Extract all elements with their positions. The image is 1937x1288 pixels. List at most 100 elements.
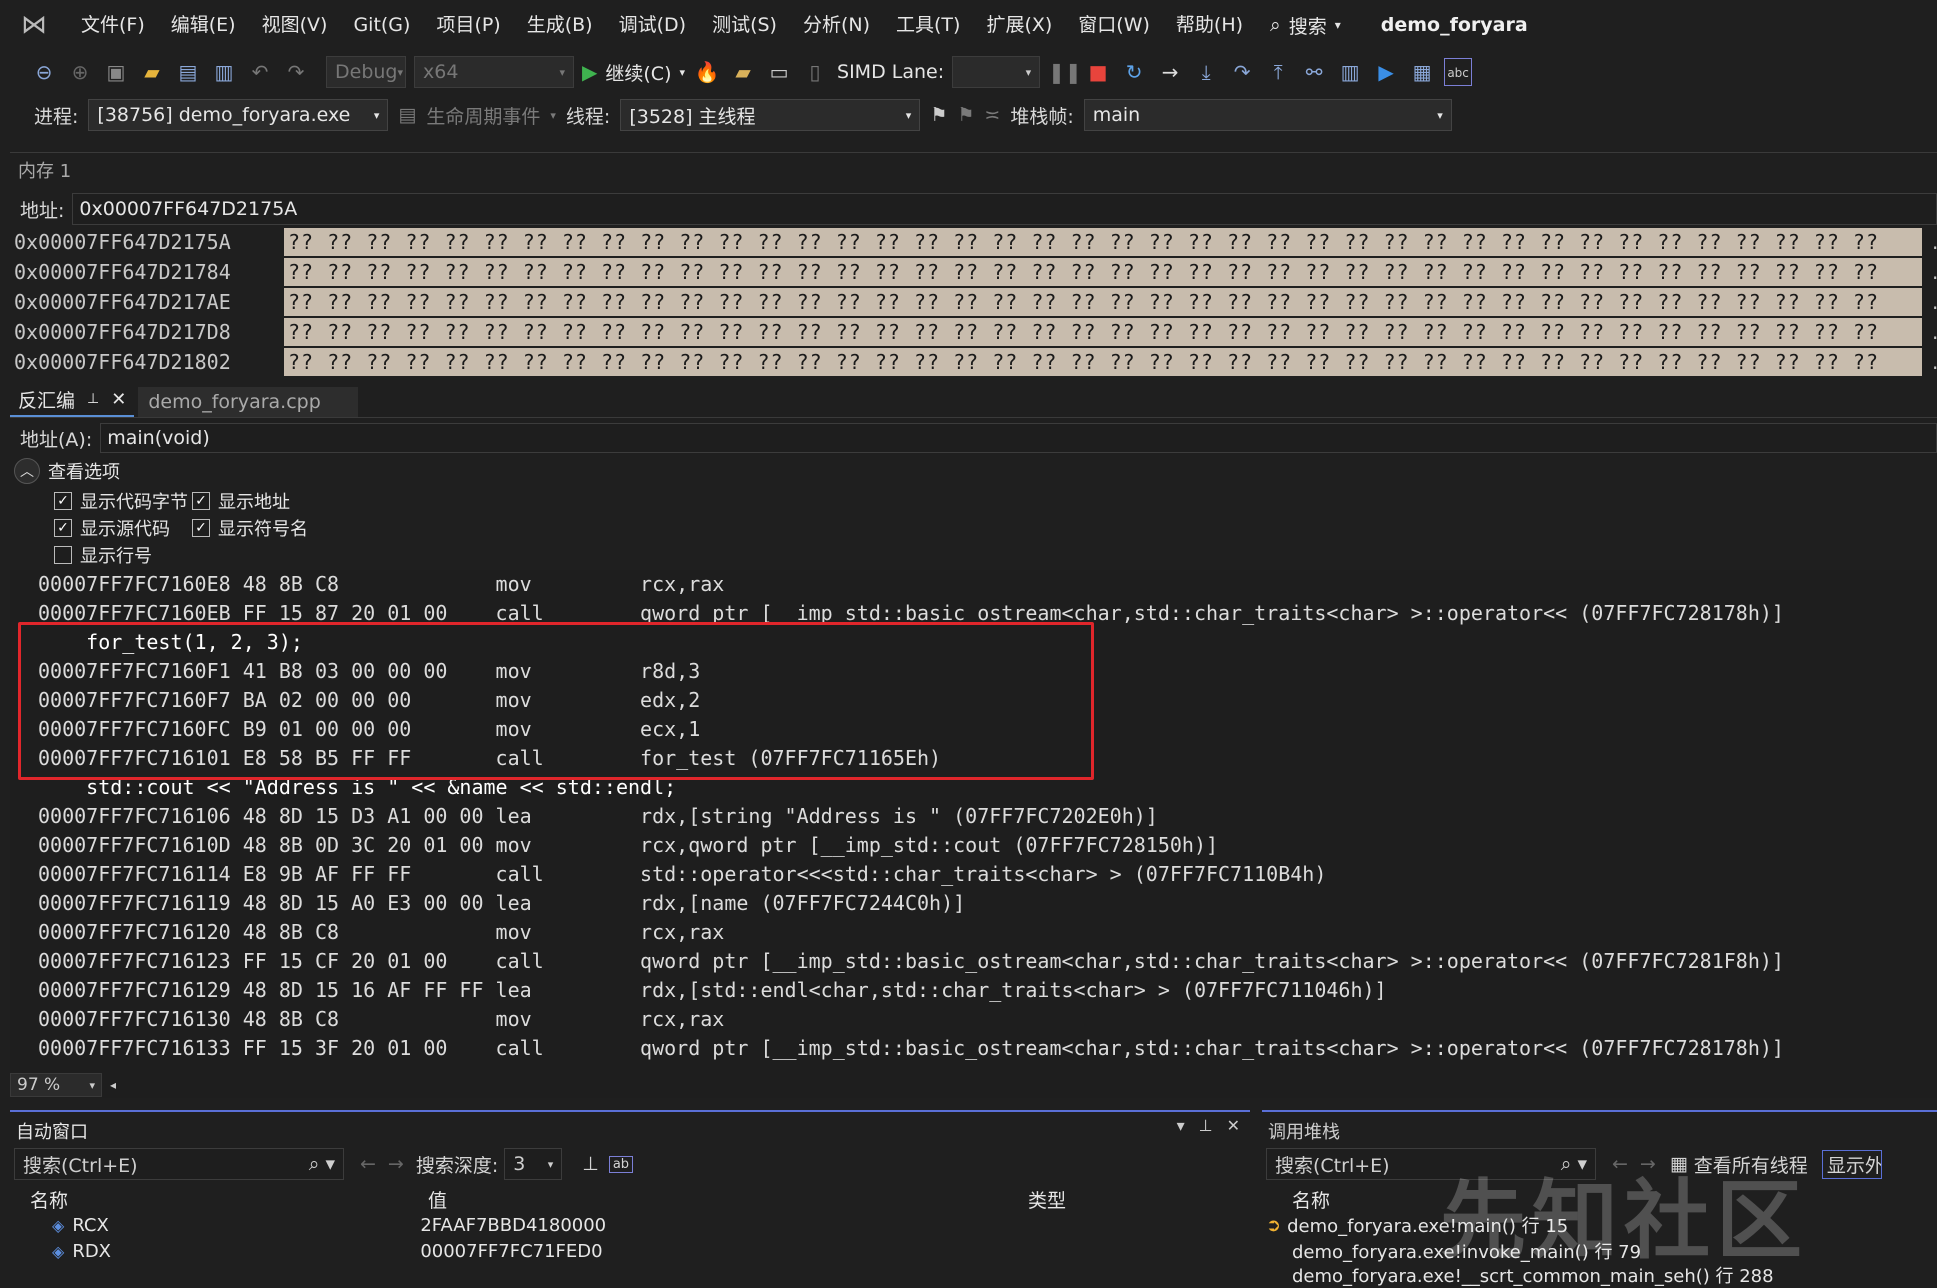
arrow-right-icon[interactable]: → bbox=[388, 1153, 404, 1175]
memory-row-bytes[interactable]: ?? ?? ?? ?? ?? ?? ?? ?? ?? ?? ?? ?? ?? ?… bbox=[284, 348, 1922, 376]
menu-tools[interactable]: 工具(T) bbox=[883, 0, 973, 50]
close-icon[interactable]: ✕ bbox=[1227, 1116, 1240, 1135]
table-row[interactable]: ◈ RCX 2FAAF7BBD4180000 bbox=[10, 1212, 606, 1238]
simd-lane-select[interactable]: ▾ bbox=[952, 56, 1041, 88]
menu-debug[interactable]: 调试(D) bbox=[606, 0, 699, 50]
show-symbols-checkbox[interactable]: ✓ 显示符号名 bbox=[192, 515, 308, 541]
menu-extensions[interactable]: 扩展(X) bbox=[973, 0, 1065, 50]
hot-reload-icon[interactable]: 🔥 bbox=[693, 58, 721, 86]
menu-git[interactable]: Git(G) bbox=[340, 0, 423, 50]
disasm-line[interactable]: 00007FF7FC716129 48 8D 15 16 AF FF FF le… bbox=[38, 976, 1387, 1005]
window-icon[interactable]: ▭ bbox=[765, 58, 793, 86]
variable-value[interactable]: 00007FF7FC71FED0 bbox=[420, 1241, 602, 1262]
memory-row-bytes[interactable]: ?? ?? ?? ?? ?? ?? ?? ?? ?? ?? ?? ?? ?? ?… bbox=[284, 318, 1922, 346]
search-button[interactable]: ⌕ 搜索 ▾ bbox=[1270, 12, 1341, 39]
zoom-select[interactable]: 97 % ▾ bbox=[10, 1073, 102, 1097]
show-next-statement-icon[interactable]: → bbox=[1156, 58, 1184, 86]
back-icon[interactable]: ⊖ bbox=[30, 58, 58, 86]
menu-view[interactable]: 视图(V) bbox=[249, 0, 341, 50]
disasm-line[interactable]: 00007FF7FC716130 48 8B C8 mov rcx,rax bbox=[38, 1005, 724, 1034]
chevron-down-icon[interactable]: ▾ bbox=[1177, 1116, 1185, 1135]
show-line-numbers-checkbox[interactable]: 显示行号 bbox=[54, 542, 152, 568]
new-project-icon[interactable]: ▣ bbox=[102, 58, 130, 86]
disasm-line[interactable]: 00007FF7FC716119 48 8D 15 A0 E3 00 00 le… bbox=[38, 889, 965, 918]
save-icon[interactable]: ▤ bbox=[174, 58, 202, 86]
run-icon[interactable]: ▶ bbox=[1372, 58, 1400, 86]
menu-edit[interactable]: 编辑(E) bbox=[158, 0, 249, 50]
show-external-button[interactable]: 显示外 bbox=[1821, 1149, 1882, 1179]
chevron-up-icon[interactable]: ︿ bbox=[14, 458, 40, 484]
menu-project[interactable]: 项目(P) bbox=[423, 0, 513, 50]
save-all-icon[interactable]: ▥ bbox=[210, 58, 238, 86]
step-over-icon[interactable]: ↷ bbox=[1228, 58, 1256, 86]
autos-column-value[interactable]: 值 bbox=[428, 1186, 447, 1213]
show-code-bytes-checkbox[interactable]: ✓ 显示代码字节 bbox=[54, 488, 188, 514]
memory-row-bytes[interactable]: ?? ?? ?? ?? ?? ?? ?? ?? ?? ?? ?? ?? ?? ?… bbox=[284, 228, 1922, 256]
table-row[interactable]: ◈ RDX 00007FF7FC71FED0 bbox=[10, 1238, 603, 1264]
redo-icon[interactable]: ↷ bbox=[282, 58, 310, 86]
disasm-line[interactable]: 00007FF7FC716133 FF 15 3F 20 01 00 call … bbox=[38, 1034, 1784, 1063]
visual-studio-logo-icon[interactable]: ⋈ bbox=[16, 9, 52, 41]
process-select[interactable]: [38756] demo_foryara.exe ▾ bbox=[88, 99, 389, 131]
pin-icon[interactable]: ⊥ bbox=[582, 1153, 599, 1175]
view-options-header[interactable]: ︿ 查看选项 bbox=[14, 458, 120, 484]
autos-column-type[interactable]: 类型 bbox=[1028, 1186, 1066, 1213]
ad-icon[interactable]: ▦ bbox=[1408, 58, 1436, 86]
undo-icon[interactable]: ↶ bbox=[246, 58, 274, 86]
pin-icon[interactable]: ⊥ bbox=[87, 391, 99, 407]
tab-source-file[interactable]: demo_foryara.cpp bbox=[138, 387, 359, 417]
show-source-checkbox[interactable]: ✓ 显示源代码 bbox=[54, 515, 170, 541]
restart-icon[interactable]: ↻ bbox=[1120, 58, 1148, 86]
disasm-line[interactable]: 00007FF7FC716123 FF 15 CF 20 01 00 call … bbox=[38, 947, 1784, 976]
spell-check-icon[interactable]: abc bbox=[1444, 58, 1473, 86]
lifecycle-events-button[interactable]: 生命周期事件 bbox=[426, 102, 540, 129]
configuration-select[interactable]: Debug ▾ bbox=[326, 56, 406, 88]
show-address-checkbox[interactable]: ✓ 显示地址 bbox=[192, 488, 290, 514]
step-into-icon[interactable]: ⤓ bbox=[1192, 58, 1220, 86]
autos-column-name[interactable]: 名称 bbox=[30, 1186, 68, 1213]
memory-row-bytes[interactable]: ?? ?? ?? ?? ?? ?? ?? ?? ?? ?? ?? ?? ?? ?… bbox=[284, 258, 1922, 286]
platform-select[interactable]: x64 ▾ bbox=[414, 56, 574, 88]
menu-build[interactable]: 生成(B) bbox=[514, 0, 606, 50]
flag-icon[interactable]: ⚑ bbox=[930, 104, 947, 126]
disasm-line[interactable]: 00007FF7FC716106 48 8D 15 D3 A1 00 00 le… bbox=[38, 802, 1158, 831]
autos-search-input[interactable]: 搜索(Ctrl+E) ⌕ ▾ bbox=[14, 1148, 344, 1180]
stop-icon[interactable]: ■ bbox=[1084, 58, 1112, 86]
folder-icon[interactable]: ▰ bbox=[729, 58, 757, 86]
arrow-left-icon[interactable]: ← bbox=[360, 1153, 376, 1175]
disasm-line[interactable]: 00007FF7FC716120 48 8B C8 mov rcx,rax bbox=[38, 918, 724, 947]
lifecycle-icon[interactable]: ▤ bbox=[398, 104, 416, 126]
menu-analyze[interactable]: 分析(N) bbox=[790, 0, 883, 50]
menu-window[interactable]: 窗口(W) bbox=[1065, 0, 1163, 50]
menu-help[interactable]: 帮助(H) bbox=[1163, 0, 1256, 50]
menu-file[interactable]: 文件(F) bbox=[68, 0, 158, 50]
menu-test[interactable]: 测试(S) bbox=[699, 0, 790, 50]
threads-icon[interactable]: ▥ bbox=[1336, 58, 1364, 86]
forward-icon[interactable]: ⊕ bbox=[66, 58, 94, 86]
continue-button[interactable]: ▶ 继续(C) ▾ bbox=[582, 59, 685, 86]
continue-label: 继续(C) bbox=[605, 62, 672, 85]
memory-row-bytes[interactable]: ?? ?? ?? ?? ?? ?? ?? ?? ?? ?? ?? ?? ?? ?… bbox=[284, 288, 1922, 316]
disassembly-address-input[interactable]: main(void) bbox=[100, 423, 1937, 453]
open-folder-icon[interactable]: ▰ bbox=[138, 58, 166, 86]
memory-address-input[interactable]: 0x00007FF647D2175A bbox=[72, 193, 1937, 225]
call-stack-column-name[interactable]: 名称 bbox=[1292, 1186, 1330, 1213]
scroll-left-icon[interactable]: ◂ bbox=[110, 1078, 116, 1092]
pin-icon[interactable]: ⊥ bbox=[1199, 1116, 1213, 1135]
search-depth-select[interactable]: 3 ▾ bbox=[504, 1148, 563, 1180]
step-out-icon[interactable]: ⤒ bbox=[1264, 58, 1292, 86]
document-icon[interactable]: ▯ bbox=[801, 58, 829, 86]
thread-select[interactable]: [3528] 主线程 ▾ bbox=[620, 99, 921, 131]
stack-frame-select[interactable]: main ▾ bbox=[1083, 99, 1452, 131]
close-icon[interactable]: ✕ bbox=[111, 389, 126, 410]
disasm-line[interactable]: 00007FF7FC716114 E8 9B AF FF FF call std… bbox=[38, 860, 1326, 889]
flag-threads-icon[interactable]: ⚑ bbox=[957, 104, 974, 126]
hex-display-icon[interactable]: ab bbox=[608, 1155, 634, 1173]
tab-disassembly[interactable]: 反汇编 ⊥ ✕ bbox=[10, 383, 135, 417]
variable-value[interactable]: 2FAAF7BBD4180000 bbox=[420, 1215, 606, 1236]
pause-icon[interactable]: ❚❚ bbox=[1048, 58, 1082, 86]
disasm-line[interactable]: 00007FF7FC71610D 48 8B 0D 3C 20 01 00 mo… bbox=[38, 831, 1218, 860]
filter-icon[interactable]: ≍ bbox=[984, 104, 1000, 126]
disasm-line[interactable]: 00007FF7FC7160E8 48 8B C8 mov rcx,rax bbox=[38, 570, 724, 599]
diagnostic-icon[interactable]: ⚯ bbox=[1300, 58, 1328, 86]
